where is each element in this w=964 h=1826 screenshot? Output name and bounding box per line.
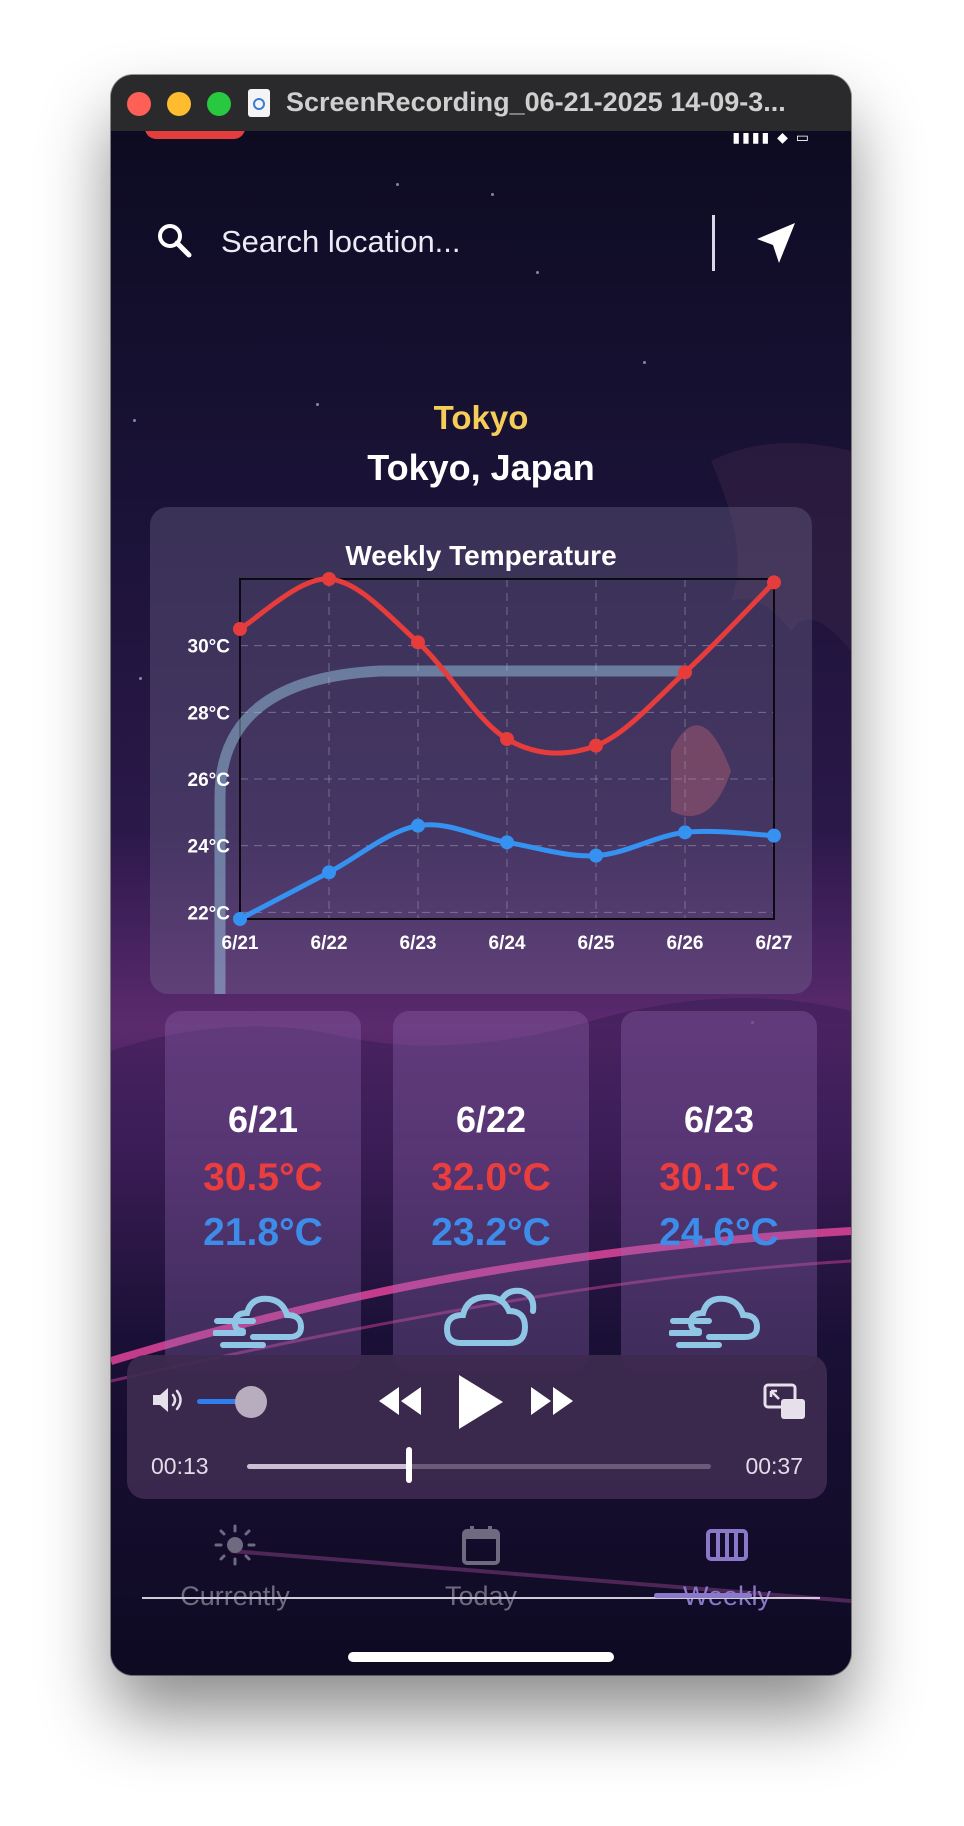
day-card[interactable]: 6/21 30.5°C 21.8°C: [165, 1011, 361, 1371]
chart-overlay-trail: [214, 665, 692, 994]
data-point: [767, 828, 781, 843]
app-window: ScreenRecording_06-21-2025 14-09-3... ▮▮…: [111, 75, 851, 1675]
location-short-name: Tokyo: [433, 399, 529, 436]
close-window-button[interactable]: [127, 92, 151, 116]
data-point: [589, 738, 603, 753]
y-tick-label: 26°C: [188, 770, 231, 791]
data-point: [767, 575, 781, 590]
window-title: ScreenRecording_06-21-2025 14-09-3...: [286, 87, 786, 117]
status-bar-icons: ▮▮▮▮ ◆ ▭: [732, 131, 811, 145]
tab-today[interactable]: Today: [369, 1521, 593, 1617]
search-divider: [712, 215, 715, 271]
home-indicator[interactable]: [348, 1652, 614, 1662]
x-tick-label: 6/26: [667, 933, 704, 954]
search-bar: [141, 191, 801, 291]
weekly-temperature-chart: Weekly Temperature 6/21 6/22 6/23 6/24 6/25 6…: [188, 540, 793, 994]
x-tick-label: 6/27: [756, 933, 793, 954]
document-icon: [248, 89, 270, 117]
day-card[interactable]: 6/23 30.1°C 24.6°C: [621, 1011, 817, 1371]
picture-in-picture-icon[interactable]: [763, 1383, 807, 1421]
day-date: 6/21: [227, 1099, 299, 1140]
y-tick-label: 22°C: [188, 903, 231, 924]
day-date: 6/22: [455, 1099, 527, 1140]
status-recording-pill: [145, 131, 245, 139]
day-low-temp: 24.6°C: [659, 1211, 779, 1254]
bottom-tab-bar: Currently Today Weekly: [111, 1521, 851, 1631]
day-card[interactable]: 6/22 32.0°C 23.2°C: [393, 1011, 589, 1371]
chart-title: Weekly Temperature: [345, 540, 616, 571]
data-point: [678, 825, 692, 840]
data-point: [500, 835, 514, 850]
total-time: 00:37: [745, 1453, 803, 1479]
media-player-overlay: 00:13 00:37: [127, 1355, 827, 1499]
fast-forward-button[interactable]: [529, 1383, 575, 1419]
search-input[interactable]: [219, 215, 673, 269]
weekly-temperature-chart-card: Weekly Temperature 6/21 6/22 6/23 6/24 6/25 6…: [150, 507, 812, 994]
playback-scrubber[interactable]: [247, 1464, 711, 1469]
location-arrow-icon[interactable]: [751, 219, 799, 267]
x-tick-label: 6/24: [489, 933, 526, 954]
window-titlebar: ScreenRecording_06-21-2025 14-09-3...: [111, 75, 851, 131]
data-point: [411, 635, 425, 650]
calendar-icon: [462, 1526, 500, 1565]
search-icon[interactable]: [155, 221, 195, 261]
current-time: 00:13: [151, 1453, 209, 1479]
y-tick-label: 30°C: [188, 637, 231, 658]
y-tick-label: 28°C: [188, 703, 231, 724]
x-tick-label: 6/25: [578, 933, 615, 954]
week-grid-icon: [706, 1529, 748, 1561]
y-tick-label: 24°C: [188, 837, 231, 858]
day-high-temp: 30.1°C: [659, 1156, 779, 1199]
day-high-temp: 32.0°C: [431, 1156, 551, 1199]
sun-icon: [214, 1524, 256, 1566]
tab-weekly[interactable]: Weekly: [615, 1521, 839, 1617]
cloud-icon: [443, 1287, 537, 1346]
data-point: [589, 848, 603, 863]
data-point: [411, 818, 425, 833]
x-tick-label: 6/23: [400, 933, 437, 954]
active-tab-indicator: [654, 1593, 752, 1598]
zoom-window-button[interactable]: [207, 92, 231, 116]
day-low-temp: 21.8°C: [203, 1211, 323, 1254]
x-tick-label: 6/21: [222, 933, 259, 954]
play-button[interactable]: [453, 1373, 507, 1431]
day-low-temp: 23.2°C: [431, 1211, 551, 1254]
day-date: 6/23: [683, 1099, 755, 1140]
data-point: [322, 865, 336, 880]
rewind-button[interactable]: [377, 1383, 423, 1419]
data-point: [233, 912, 247, 926]
day-high-temp: 30.5°C: [203, 1156, 323, 1199]
wind-cloud-icon: [213, 1295, 305, 1348]
phone-screen: ▮▮▮▮ ◆ ▭ Tokyo Tokyo, Japan Weekly Tempe…: [111, 131, 851, 1675]
wind-cloud-icon: [669, 1295, 761, 1348]
playback-progress-fill: [247, 1464, 410, 1469]
data-point: [500, 732, 514, 746]
volume-icon[interactable]: [151, 1385, 187, 1415]
location-full-name: Tokyo, Japan: [367, 447, 595, 488]
volume-slider-knob[interactable]: [235, 1386, 267, 1418]
data-point: [233, 622, 247, 636]
tab-currently[interactable]: Currently: [123, 1521, 347, 1617]
data-point: [678, 665, 692, 680]
x-tick-label: 6/22: [311, 933, 348, 954]
playback-scrubber-knob[interactable]: [406, 1447, 413, 1483]
data-point: [322, 572, 336, 586]
minimize-window-button[interactable]: [167, 92, 191, 116]
